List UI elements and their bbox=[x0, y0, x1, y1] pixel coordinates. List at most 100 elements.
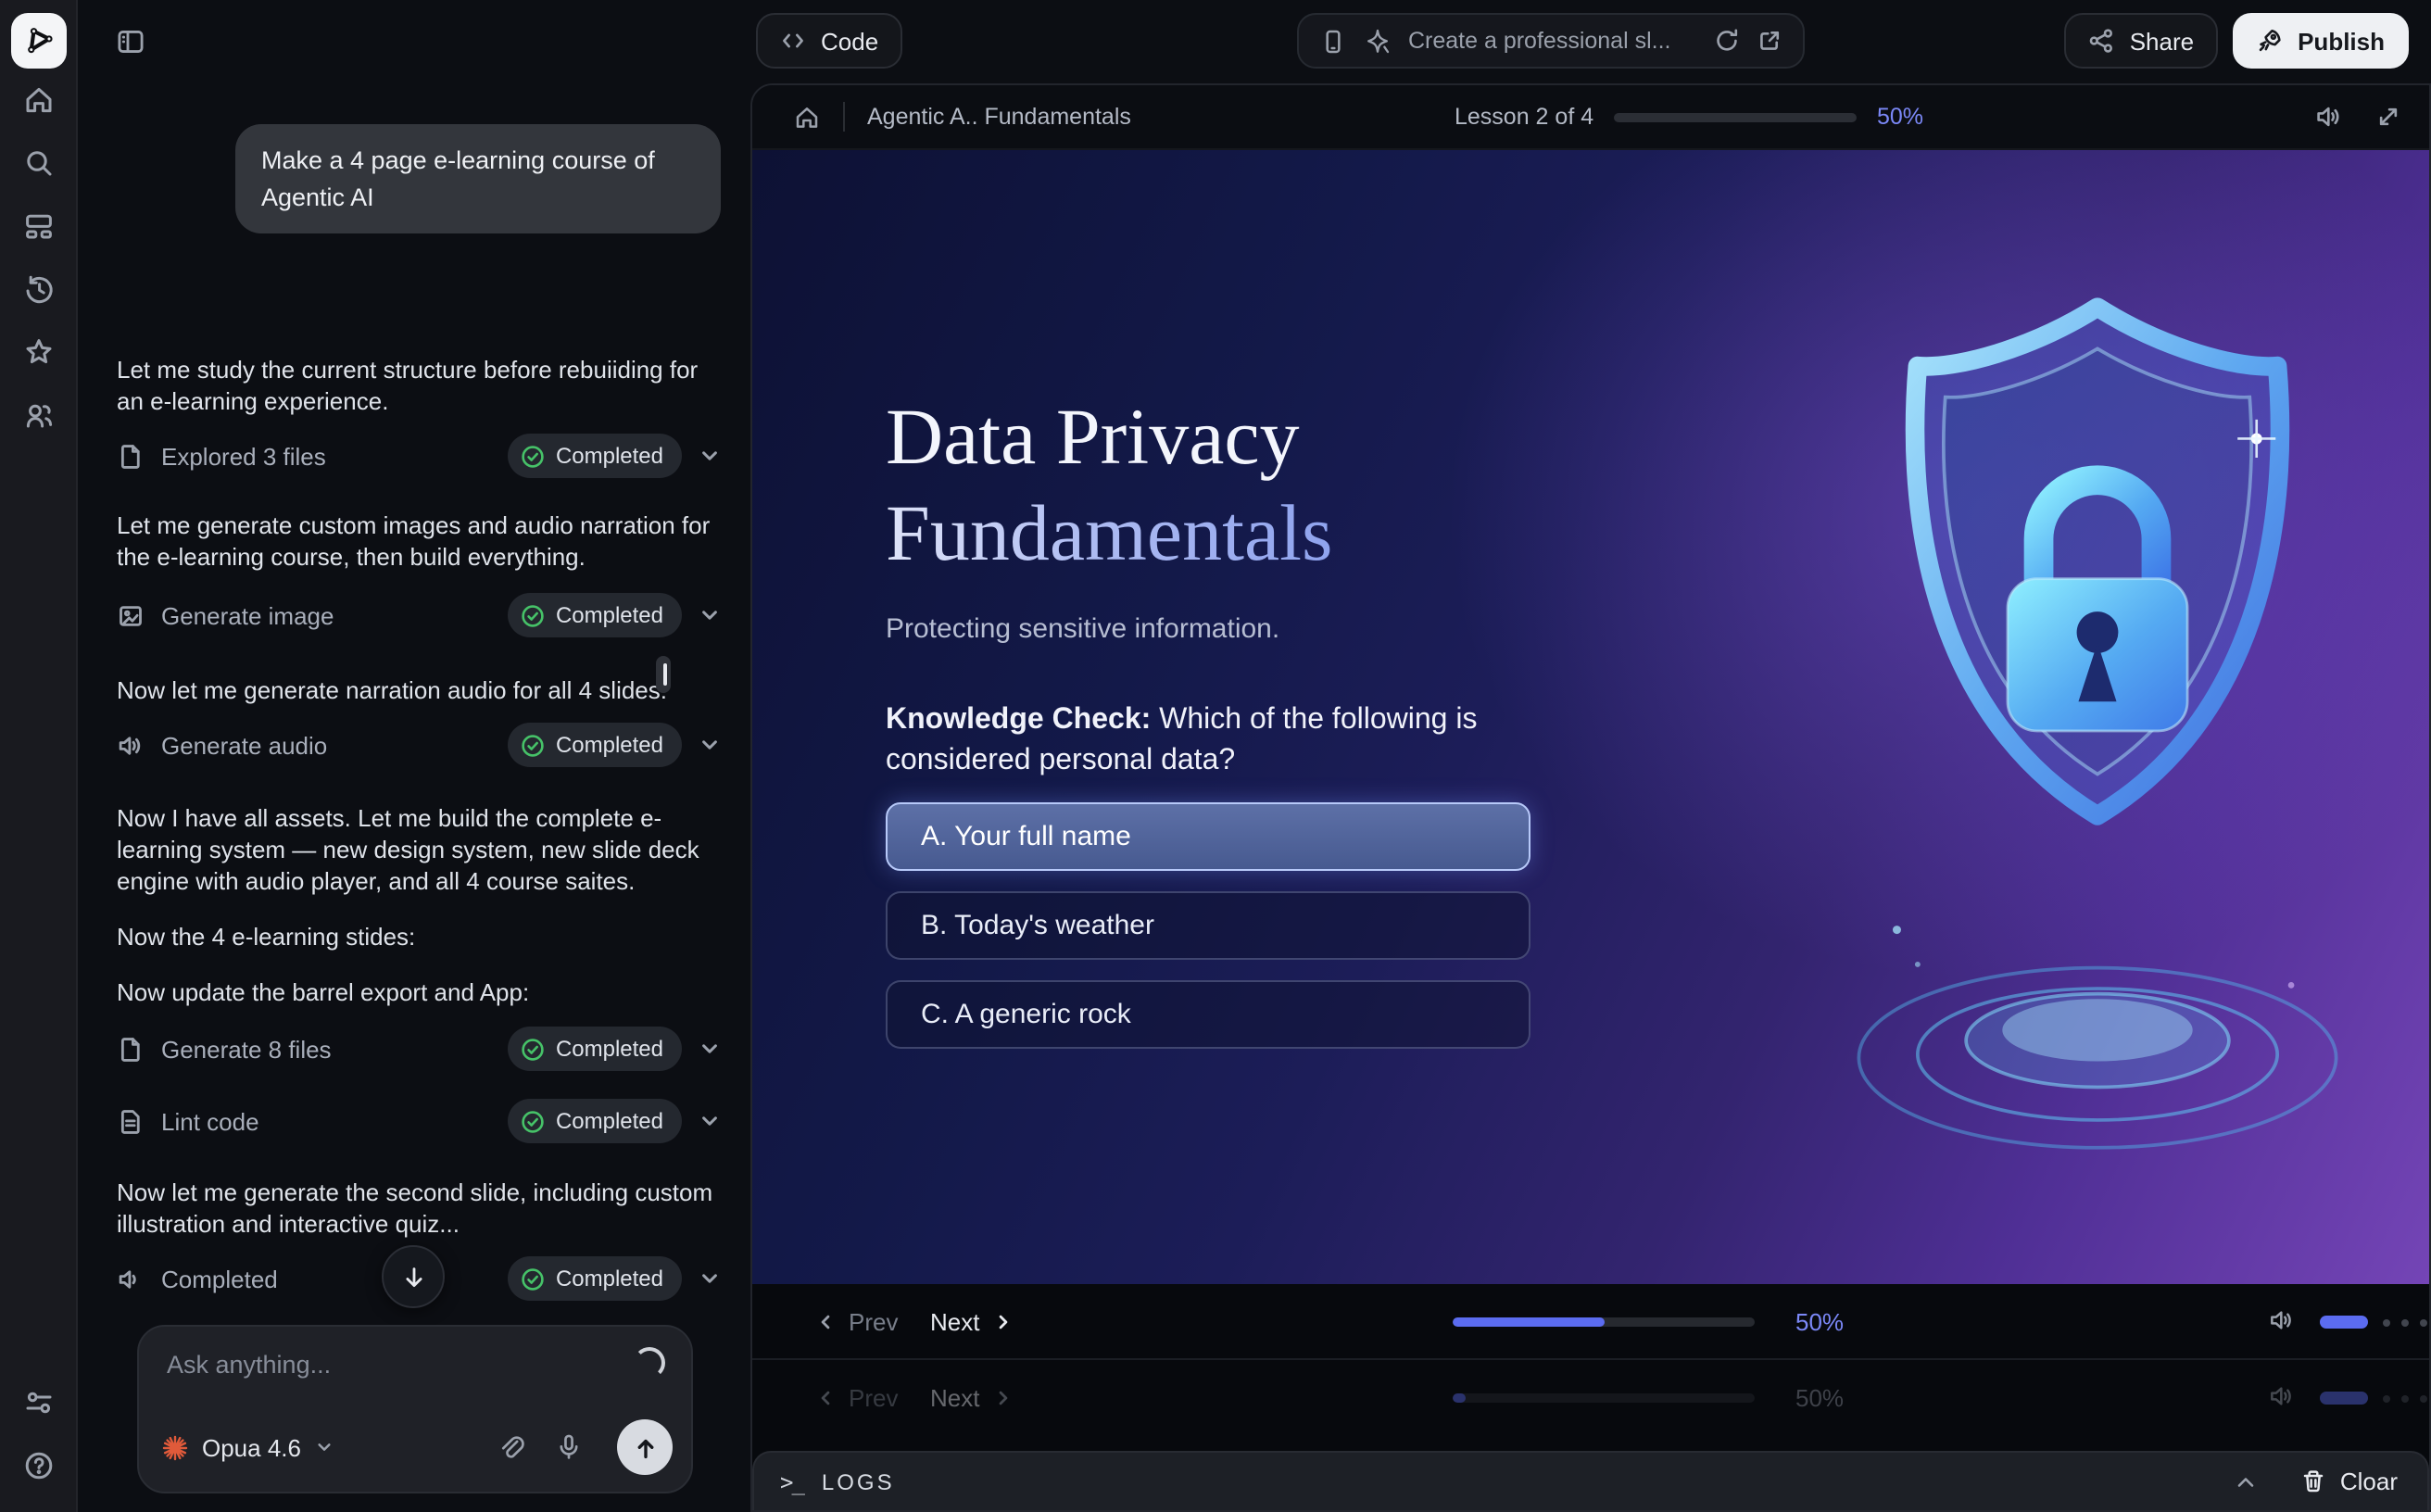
status-badge[interactable]: Completed bbox=[508, 1256, 682, 1301]
lesson-counter: Lesson 2 of 4 bbox=[1455, 104, 1593, 130]
preview-url-bar[interactable]: Create a professional sl... bbox=[1297, 13, 1805, 69]
audio-progress-bar[interactable] bbox=[1453, 1317, 1755, 1327]
status-badge[interactable]: Completed bbox=[508, 434, 682, 478]
task-row-explored-files[interactable]: Explored 3 files Completed bbox=[117, 432, 721, 480]
volume-slider[interactable] bbox=[2320, 1392, 2368, 1405]
scroll-to-bottom-button[interactable] bbox=[382, 1245, 445, 1308]
status-badge[interactable]: Completed bbox=[508, 1099, 682, 1143]
assistant-paragraph: Let me generate custom images and audio … bbox=[117, 510, 721, 573]
sidebar-item-search[interactable] bbox=[0, 132, 77, 195]
header-divider bbox=[843, 102, 845, 132]
volume-slider[interactable] bbox=[2320, 1316, 2368, 1329]
user-message-bubble: Make a 4 page e-learning course of Agent… bbox=[235, 124, 721, 233]
speaker-icon bbox=[2314, 102, 2344, 132]
chevron-down-icon[interactable] bbox=[699, 604, 721, 626]
assistant-paragraph: Now let me generate narration audio for … bbox=[117, 674, 721, 706]
task-row-generate-image[interactable]: Generate image Completed bbox=[117, 591, 721, 639]
app-logo[interactable] bbox=[10, 13, 66, 69]
status-badge-label: Completed bbox=[556, 1036, 663, 1062]
ai-sparkle-icon[interactable] bbox=[1364, 27, 1392, 55]
volume-dot[interactable] bbox=[2420, 1319, 2427, 1327]
audio-progress-bar[interactable] bbox=[1453, 1393, 1755, 1403]
model-name: Opua 4.6 bbox=[202, 1433, 301, 1461]
quiz-question: Knowledge Check: Which of the following … bbox=[886, 700, 1612, 782]
chevron-down-icon[interactable] bbox=[699, 1110, 721, 1132]
volume-dot[interactable] bbox=[2420, 1395, 2427, 1403]
chevron-down-icon[interactable] bbox=[699, 445, 721, 467]
trash-icon bbox=[2299, 1468, 2327, 1495]
url-text[interactable]: Create a professional sl... bbox=[1408, 28, 1697, 54]
task-row-lint-code[interactable]: Lint code Completed bbox=[117, 1097, 721, 1145]
mobile-device-icon[interactable] bbox=[1319, 27, 1347, 55]
chevron-down-icon bbox=[314, 1438, 333, 1456]
prev-button[interactable]: Prev bbox=[815, 1308, 898, 1336]
volume-dot[interactable] bbox=[2383, 1395, 2390, 1403]
panel-toggle-button[interactable] bbox=[115, 26, 146, 57]
lesson-progress-bar[interactable] bbox=[1614, 113, 1857, 122]
clear-logs-button[interactable]: Cloar bbox=[2299, 1468, 2398, 1495]
chevron-up-icon[interactable] bbox=[2233, 1468, 2259, 1494]
panel-resize-handle[interactable] bbox=[656, 656, 671, 693]
publish-button[interactable]: Publish bbox=[2233, 13, 2409, 69]
audio-progress-fill bbox=[1453, 1317, 1604, 1327]
lint-file-icon bbox=[117, 1107, 145, 1135]
status-badge[interactable]: Completed bbox=[508, 593, 682, 637]
prev-label: Prev bbox=[849, 1384, 898, 1412]
mute-button[interactable] bbox=[2268, 1306, 2296, 1334]
refresh-icon[interactable] bbox=[1714, 28, 1740, 54]
quiz-option-c[interactable]: C. A generic rock bbox=[886, 980, 1530, 1049]
mic-icon[interactable] bbox=[554, 1432, 584, 1462]
shield-lock-illustration bbox=[1838, 252, 2357, 1234]
task-label: Lint code bbox=[161, 1107, 259, 1135]
mute-button[interactable] bbox=[2268, 1382, 2296, 1410]
chevron-down-icon[interactable] bbox=[699, 734, 721, 756]
sidebar-item-home[interactable] bbox=[0, 69, 77, 132]
sidebar-item-favorites[interactable] bbox=[0, 321, 77, 384]
audio-progress-label: 50% bbox=[1795, 1384, 1844, 1412]
chevron-down-icon[interactable] bbox=[699, 1038, 721, 1060]
task-row-generate-files[interactable]: Generate 8 files Completed bbox=[117, 1025, 721, 1073]
fullscreen-button[interactable] bbox=[2374, 102, 2403, 132]
status-badge[interactable]: Completed bbox=[508, 1027, 682, 1071]
sidebar-item-help[interactable] bbox=[0, 1434, 77, 1497]
sidebar-item-settings[interactable] bbox=[0, 1371, 77, 1434]
volume-dot[interactable] bbox=[2401, 1395, 2409, 1403]
task-label: Explored 3 files bbox=[161, 442, 326, 470]
send-button[interactable] bbox=[617, 1419, 673, 1475]
quiz-question-label: Knowledge Check: bbox=[886, 704, 1151, 736]
chat-input[interactable]: Ask anything... bbox=[167, 1351, 331, 1379]
status-badge[interactable]: Completed bbox=[508, 723, 682, 767]
code-button[interactable]: Code bbox=[756, 13, 902, 69]
assistant-paragraph: Now I have all assets. Let me build the … bbox=[117, 802, 721, 897]
next-button[interactable]: Next bbox=[930, 1384, 1013, 1412]
home-icon[interactable] bbox=[793, 103, 821, 131]
history-icon bbox=[21, 272, 55, 306]
task-row-generate-audio[interactable]: Generate audio Completed bbox=[117, 721, 721, 769]
quiz-option-b[interactable]: B. Today's weather bbox=[886, 891, 1530, 960]
open-external-icon[interactable] bbox=[1757, 28, 1782, 54]
chevron-down-icon[interactable] bbox=[699, 1267, 721, 1290]
sound-button[interactable] bbox=[2314, 102, 2344, 132]
app-window: Code Create a professional sl... bbox=[0, 0, 2431, 1512]
home-icon bbox=[21, 83, 55, 117]
next-label: Next bbox=[930, 1308, 979, 1336]
next-button[interactable]: Next bbox=[930, 1308, 1013, 1336]
prev-button[interactable]: Prev bbox=[815, 1384, 898, 1412]
share-button[interactable]: Share bbox=[2065, 13, 2218, 69]
sliders-icon bbox=[21, 1386, 55, 1419]
sidebar-item-projects[interactable] bbox=[0, 195, 77, 258]
volume-dot[interactable] bbox=[2401, 1319, 2409, 1327]
users-icon bbox=[21, 398, 55, 432]
chat-input-card[interactable]: Ask anything... Opua 4.6 bbox=[137, 1325, 693, 1493]
sidebar-item-history[interactable] bbox=[0, 258, 77, 321]
next-label: Next bbox=[930, 1384, 979, 1412]
attach-icon[interactable] bbox=[495, 1432, 524, 1462]
quiz-option-a[interactable]: A. Your full name bbox=[886, 802, 1530, 871]
volume-dot[interactable] bbox=[2383, 1319, 2390, 1327]
preview-window: Agentic A.. Fundamentals Lesson 2 of 4 5… bbox=[750, 83, 2431, 1512]
sidebar-item-team[interactable] bbox=[0, 384, 77, 447]
model-selector[interactable]: Opua 4.6 bbox=[161, 1433, 333, 1461]
task-label: Generate 8 files bbox=[161, 1035, 332, 1063]
logs-bar[interactable]: >_ LOGS Cloar bbox=[752, 1451, 2429, 1510]
input-action-icons bbox=[495, 1419, 673, 1475]
